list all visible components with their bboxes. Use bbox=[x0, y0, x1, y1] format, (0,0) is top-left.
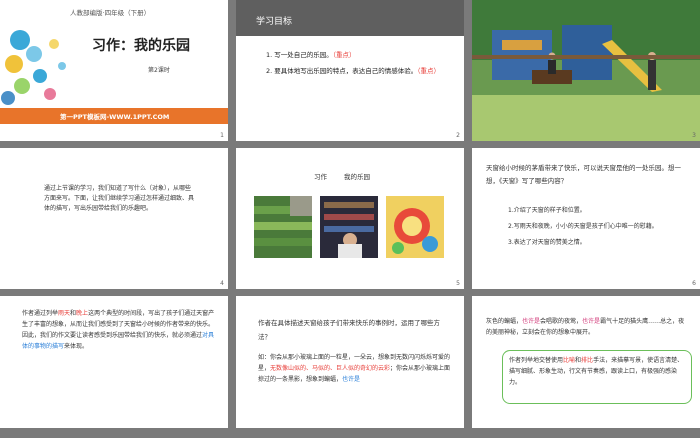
slide-thumbnail-1[interactable]: 人教部编版·四年级（下册） 习作：我的乐园 第2课时 第一PPT模板网-WWW.… bbox=[0, 0, 228, 141]
subtitle-right: 我的乐园 bbox=[344, 173, 370, 181]
goal-item: 2. 要具体地写出乐园的特点，表达自己的情感体验。（重点） bbox=[266, 66, 440, 76]
header-bar: 学习目标 bbox=[236, 0, 464, 36]
slide-number: 1 bbox=[220, 132, 224, 139]
summary-text: 作者列举地交替使用比喻和排比手法，来描摹写景，使语言清楚、描写细腻、形象生动，行… bbox=[509, 355, 687, 388]
body-paragraph: 作者通过列举雨天和晚上这两个典型的时间段，写出了孩子们通过天窗产生了丰富的想象，… bbox=[22, 308, 218, 352]
goal-text: 2. 要具体地写出乐园的特点，表达自己的情感体验。 bbox=[266, 67, 418, 75]
highlight-text: 也许是 bbox=[342, 376, 361, 383]
highlight-text: 排比 bbox=[581, 357, 594, 364]
slide-thumbnail-7[interactable]: 作者通过列举雨天和晚上这两个典型的时间段，写出了孩子们通过天窗产生了丰富的想象，… bbox=[0, 296, 228, 437]
goal-text: 1. 写一处自己的乐园。 bbox=[266, 51, 333, 59]
slide-thumbnail-6[interactable]: 天窗给小时候的茅盾带来了快乐，可以说天窗是他的一处乐园。想一想，《天窗》写了哪些… bbox=[472, 148, 700, 289]
slide-thumbnail-8[interactable]: 作者在具体描述天窗给孩子们带来快乐的事例时，运用了哪些方法？ 如：你会从那小玻璃… bbox=[236, 296, 464, 437]
banner-text: 第一PPT模板网-WWW.1PPT.COM bbox=[60, 113, 170, 121]
garden-image bbox=[254, 196, 312, 258]
slide-number: 5 bbox=[456, 280, 460, 287]
slide-title: 习作：我的乐园 bbox=[92, 38, 190, 54]
slide-number: 3 bbox=[692, 132, 696, 139]
list-item: 3.表达了对天窗的赞美之情。 bbox=[508, 239, 586, 246]
highlight-text: 也许是 bbox=[522, 318, 541, 325]
highlight-text: 雨天 bbox=[58, 310, 71, 317]
question-text: 作者在具体描述天窗给孩子们带来快乐的事例时，运用了哪些方法？ bbox=[258, 319, 440, 341]
body-paragraph: 如：你会从那小玻璃上面的一粒星，一朵云，想象到无数闪闪烁烁可爱的星，无数像山似的… bbox=[258, 352, 454, 385]
playground-photo bbox=[472, 0, 700, 141]
slide-thumbnail-3[interactable]: 3 bbox=[472, 0, 700, 141]
lesson-label: 第2课时 bbox=[148, 67, 170, 74]
text-run: 作者列举地交替使用 bbox=[509, 357, 564, 364]
slide-thumbnail-9[interactable]: 灰色的蝙蝠，也许是会唱歌的夜莺，也许是霸气十足的猫头鹰……总之，夜的美丽神秘，立… bbox=[472, 296, 700, 437]
footer-banner: 第一PPT模板网-WWW.1PPT.COM bbox=[0, 108, 228, 124]
slide-thumbnail-2[interactable]: 学习目标 1. 写一处自己的乐园。（重点） 2. 要具体地写出乐园的特点，表达自… bbox=[236, 0, 464, 141]
slide-number: 2 bbox=[456, 132, 460, 139]
goal-item: 1. 写一处自己的乐园。（重点） bbox=[266, 50, 356, 60]
body-paragraph: 通过上节课的学习，我们知道了写什么（对象），从哪些方面来写。下面，让我们继续学习… bbox=[44, 185, 195, 212]
goal-tag: （重点） bbox=[417, 67, 441, 75]
highlight-text: 也许是 bbox=[582, 318, 601, 325]
text-run: 因此，我们的作文要让读者感受到乐园带给我们的快乐，就必须通过 bbox=[22, 332, 203, 339]
flower-decoration bbox=[1, 30, 66, 105]
slide-thumbnail-5[interactable]: 习作 我的乐园 5 bbox=[236, 148, 464, 289]
text-run: 灰色的蝙蝠， bbox=[486, 318, 523, 325]
library-image bbox=[320, 196, 378, 258]
highlight-text: 晚上 bbox=[76, 310, 89, 317]
highlight-text: 比喻 bbox=[563, 357, 576, 364]
summary-box: 作者列举地交替使用比喻和排比手法，来描摹写景，使语言清楚、描写细腻、形象生动，行… bbox=[502, 350, 692, 404]
text-run: 作者通过列举 bbox=[22, 310, 59, 317]
slide-thumbnail-4[interactable]: 通过上节课的学习，我们知道了写什么（对象），从哪些方面来写。下面，让我们继续学习… bbox=[0, 148, 228, 289]
list-item: 2.写雨天和夜晚，小小的天窗是孩子们心中唯一的慰藉。 bbox=[508, 223, 658, 230]
bottom-strip bbox=[0, 428, 700, 438]
intro-text: 天窗给小时候的茅盾带来了快乐，可以说天窗是他的一处乐园。想一想，《天窗》写了哪些… bbox=[486, 164, 681, 185]
highlight-text: 无数像山似的、马似的、巨人似的奇幻的云彩 bbox=[270, 365, 391, 372]
header-title: 学习目标 bbox=[256, 17, 293, 27]
text-run: 来体现。 bbox=[64, 343, 89, 350]
body-paragraph: 灰色的蝙蝠，也许是会唱歌的夜莺，也许是霸气十足的猫头鹰……总之，夜的美丽神秘，立… bbox=[486, 316, 690, 338]
cartoon-image bbox=[386, 196, 444, 258]
slide-number: 4 bbox=[220, 280, 224, 287]
list-item: 1.介绍了天窗的样子和位置。 bbox=[508, 207, 586, 214]
slide-number: 6 bbox=[692, 280, 696, 287]
subtitle-left: 习作 bbox=[314, 173, 327, 181]
goal-tag: （重点） bbox=[332, 51, 356, 59]
text-run: 会唱歌的夜莺， bbox=[540, 318, 583, 325]
publisher-label: 人教部编版·四年级（下册） bbox=[70, 9, 151, 17]
slide-grid: 人教部编版·四年级（下册） 习作：我的乐园 第2课时 第一PPT模板网-WWW.… bbox=[0, 0, 700, 438]
